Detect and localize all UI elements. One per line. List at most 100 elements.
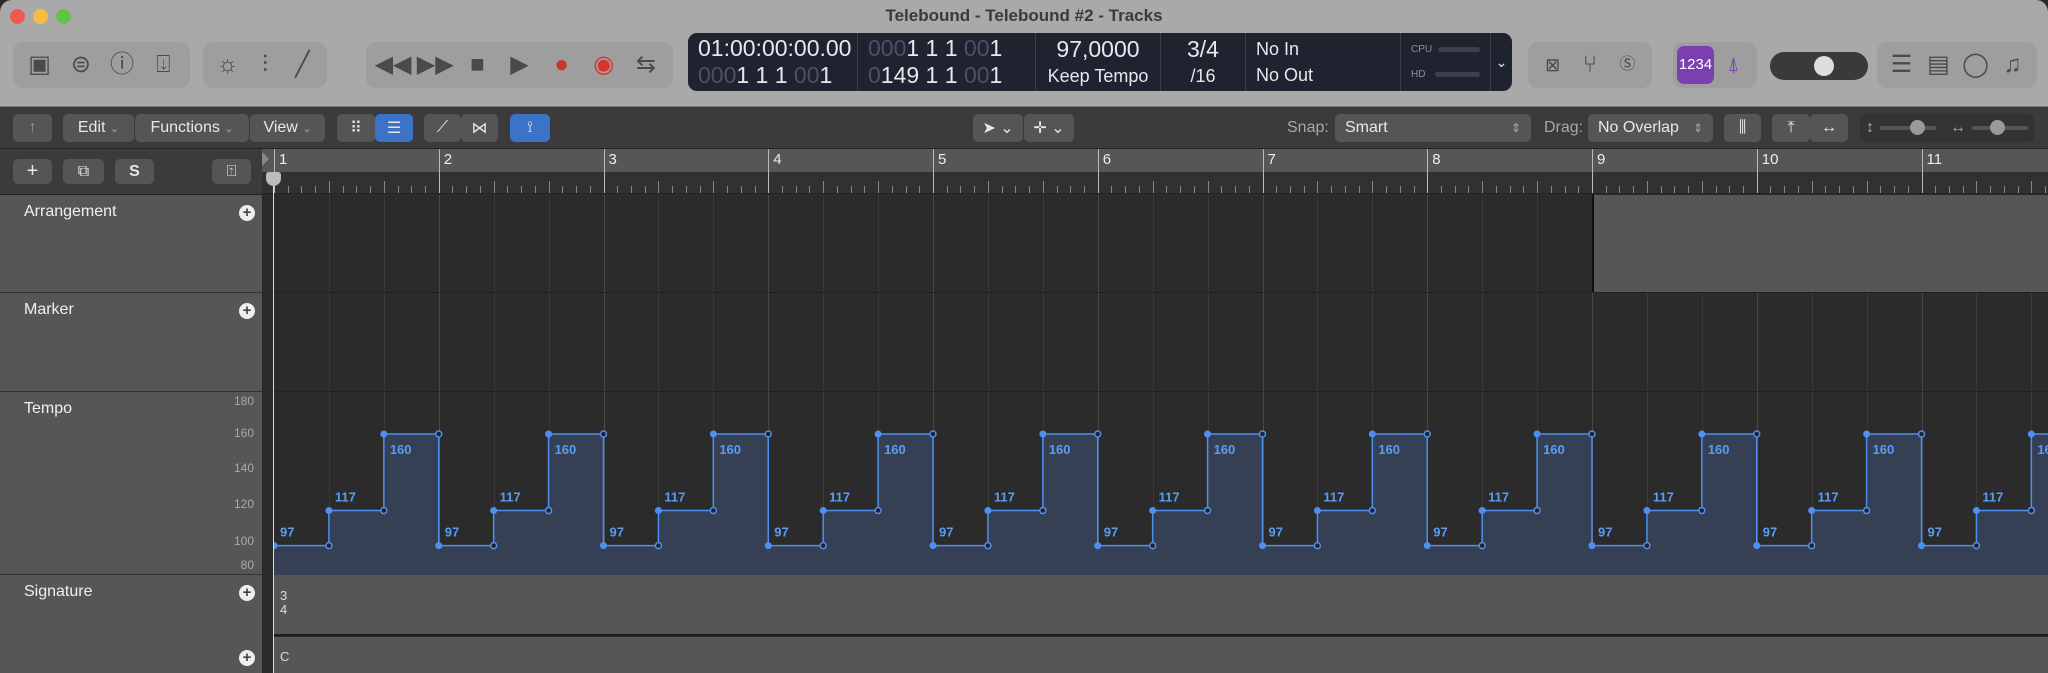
signature-lane[interactable]: 34 [274, 575, 2048, 636]
clear-icon[interactable]: ⊠ [1534, 42, 1571, 88]
tempo-point[interactable] [2027, 430, 2035, 438]
list-view-button[interactable]: ☰ [375, 114, 413, 142]
tempo-end-point[interactable] [1643, 541, 1651, 550]
play-icon[interactable]: ▶ [499, 42, 539, 88]
track-header-key[interactable]: + [0, 636, 262, 673]
tempo-point[interactable] [819, 507, 827, 515]
toolbar-icon[interactable]: ⍗ [143, 42, 183, 88]
collapse-button[interactable]: ⍐ [212, 159, 251, 184]
loops-icon[interactable]: ◯ [1957, 42, 1994, 88]
back-button[interactable]: ↑ [13, 114, 52, 142]
track-header-tempo[interactable]: Tempo 180 160 140 120 100 80 [0, 392, 262, 575]
tempo-point[interactable] [1643, 507, 1651, 515]
sun-icon[interactable]: ☼ [209, 42, 246, 88]
tempo-end-point[interactable] [544, 506, 553, 515]
add-plus-icon[interactable]: + [239, 650, 255, 666]
tempo-point[interactable] [1918, 542, 1925, 550]
tempo-point[interactable] [1863, 430, 1871, 438]
tempo-point[interactable] [490, 507, 498, 515]
tempo-lane[interactable]: 97 117 160 97 117 160 97 117 160 97 117 160 97 117 160… [274, 392, 2048, 575]
tempo-point[interactable] [1808, 507, 1816, 515]
tempo-point[interactable] [1368, 430, 1376, 438]
tempo-end-point[interactable] [1862, 506, 1871, 515]
tempo-point[interactable] [380, 430, 388, 438]
stop-icon[interactable]: ■ [457, 42, 497, 88]
tempo-end-point[interactable] [1423, 430, 1431, 438]
tempo-point[interactable] [984, 507, 992, 515]
horizontal-zoom-slider[interactable] [1972, 120, 2028, 135]
tempo-end-point[interactable] [1094, 430, 1102, 438]
tempo-end-point[interactable] [1478, 541, 1486, 550]
tempo-point[interactable] [1423, 542, 1431, 550]
tempo-end-point[interactable] [1368, 506, 1377, 515]
time-signature[interactable]: 3/4 [1187, 36, 1219, 63]
smart-controls-icon[interactable]: ⊜ [61, 42, 101, 88]
tempo-end-point[interactable] [1588, 430, 1596, 438]
tempo-point[interactable] [1753, 542, 1761, 550]
tempo-end-point[interactable] [819, 541, 827, 550]
fast-forward-icon[interactable]: ▶▶ [415, 42, 455, 88]
tempo-point[interactable] [1039, 430, 1047, 438]
tempo-end-point[interactable] [599, 430, 608, 438]
tempo-point[interactable] [764, 542, 772, 550]
track-header-signature[interactable]: Signature + [0, 575, 262, 636]
tempo-end-point[interactable] [1313, 541, 1322, 550]
tempo-end-point[interactable] [929, 430, 937, 438]
tempo-end-point[interactable] [1533, 506, 1541, 515]
tempo-end-point[interactable] [1807, 541, 1816, 550]
quick-help-icon[interactable]: ⓘ [102, 42, 142, 88]
chevron-down-icon[interactable]: ⌄ [1491, 33, 1512, 91]
metronome-icon[interactable]: ⍋ [1714, 42, 1753, 88]
track-header-marker[interactable]: Marker + [0, 293, 262, 392]
tempo-point[interactable] [1478, 507, 1486, 515]
add-track-button[interactable]: + [13, 159, 52, 184]
flex-button[interactable]: ⋈ [461, 114, 498, 142]
rewind-icon[interactable]: ◀◀ [373, 42, 413, 88]
tempo-point[interactable] [874, 430, 882, 438]
tempo-point[interactable] [1259, 542, 1266, 550]
view-menu[interactable]: View ⌄ [250, 114, 325, 142]
marker-lane[interactable] [274, 293, 2048, 392]
lcd-display[interactable]: 01:00:00:00.00 0001 1 1 001 0001 1 1 001… [688, 33, 1512, 91]
tempo-point[interactable] [435, 542, 443, 550]
tempo-end-point[interactable] [435, 430, 443, 438]
solo-icon[interactable]: Ⓢ [1609, 42, 1646, 88]
count-in-button[interactable]: 1234 [1677, 46, 1715, 84]
tempo-point[interactable] [545, 430, 553, 438]
tempo-end-point[interactable] [984, 541, 992, 550]
tempo-value[interactable]: 97,0000 [1056, 36, 1139, 63]
tempo-point[interactable] [1533, 430, 1541, 438]
pointer-tool[interactable]: ➤ ⌄ [973, 114, 1023, 142]
mode-toggle[interactable] [1770, 52, 1868, 80]
tempo-curve[interactable]: 97 117 160 97 117 160 97 117 160 97 117 160 97 117 160… [274, 392, 2048, 575]
capture-record-icon[interactable]: ◉ [584, 42, 624, 88]
tempo-point[interactable] [325, 507, 333, 515]
tempo-end-point[interactable] [380, 506, 388, 515]
tempo-end-point[interactable] [1753, 430, 1761, 438]
tempo-point[interactable] [1094, 542, 1102, 550]
tempo-end-point[interactable] [764, 430, 772, 438]
edit-menu[interactable]: Edit ⌄ [63, 114, 134, 142]
add-plus-icon[interactable]: + [239, 303, 255, 319]
tempo-end-point[interactable] [1698, 506, 1706, 515]
tempo-mode[interactable]: Keep Tempo [1048, 63, 1149, 89]
library-icon[interactable]: ▣ [20, 42, 60, 88]
drag-select[interactable]: No Overlap ⇕ [1588, 114, 1713, 142]
key-event[interactable]: C [280, 649, 289, 664]
playhead[interactable] [273, 172, 274, 673]
ruler-ticks[interactable] [262, 171, 2048, 194]
key-lane[interactable]: C [274, 637, 2048, 673]
notes-icon[interactable]: ▤ [1920, 42, 1957, 88]
grid-view-button[interactable]: ⠿ [337, 114, 375, 142]
tempo-end-point[interactable] [1203, 506, 1212, 515]
tempo-point[interactable] [1972, 507, 1980, 515]
automation-button[interactable]: ⟋ [424, 114, 461, 142]
tempo-point[interactable] [1313, 507, 1321, 515]
add-plus-icon[interactable]: + [239, 585, 255, 601]
duplicate-track-button[interactable]: ⧉ [63, 159, 104, 184]
division[interactable]: /16 [1190, 63, 1215, 89]
cycle-icon[interactable]: ⇆ [626, 42, 666, 88]
tempo-end-point[interactable] [1258, 430, 1267, 438]
tuner-icon[interactable]: ⑂ [1571, 42, 1608, 88]
tempo-end-point[interactable] [1148, 541, 1157, 550]
